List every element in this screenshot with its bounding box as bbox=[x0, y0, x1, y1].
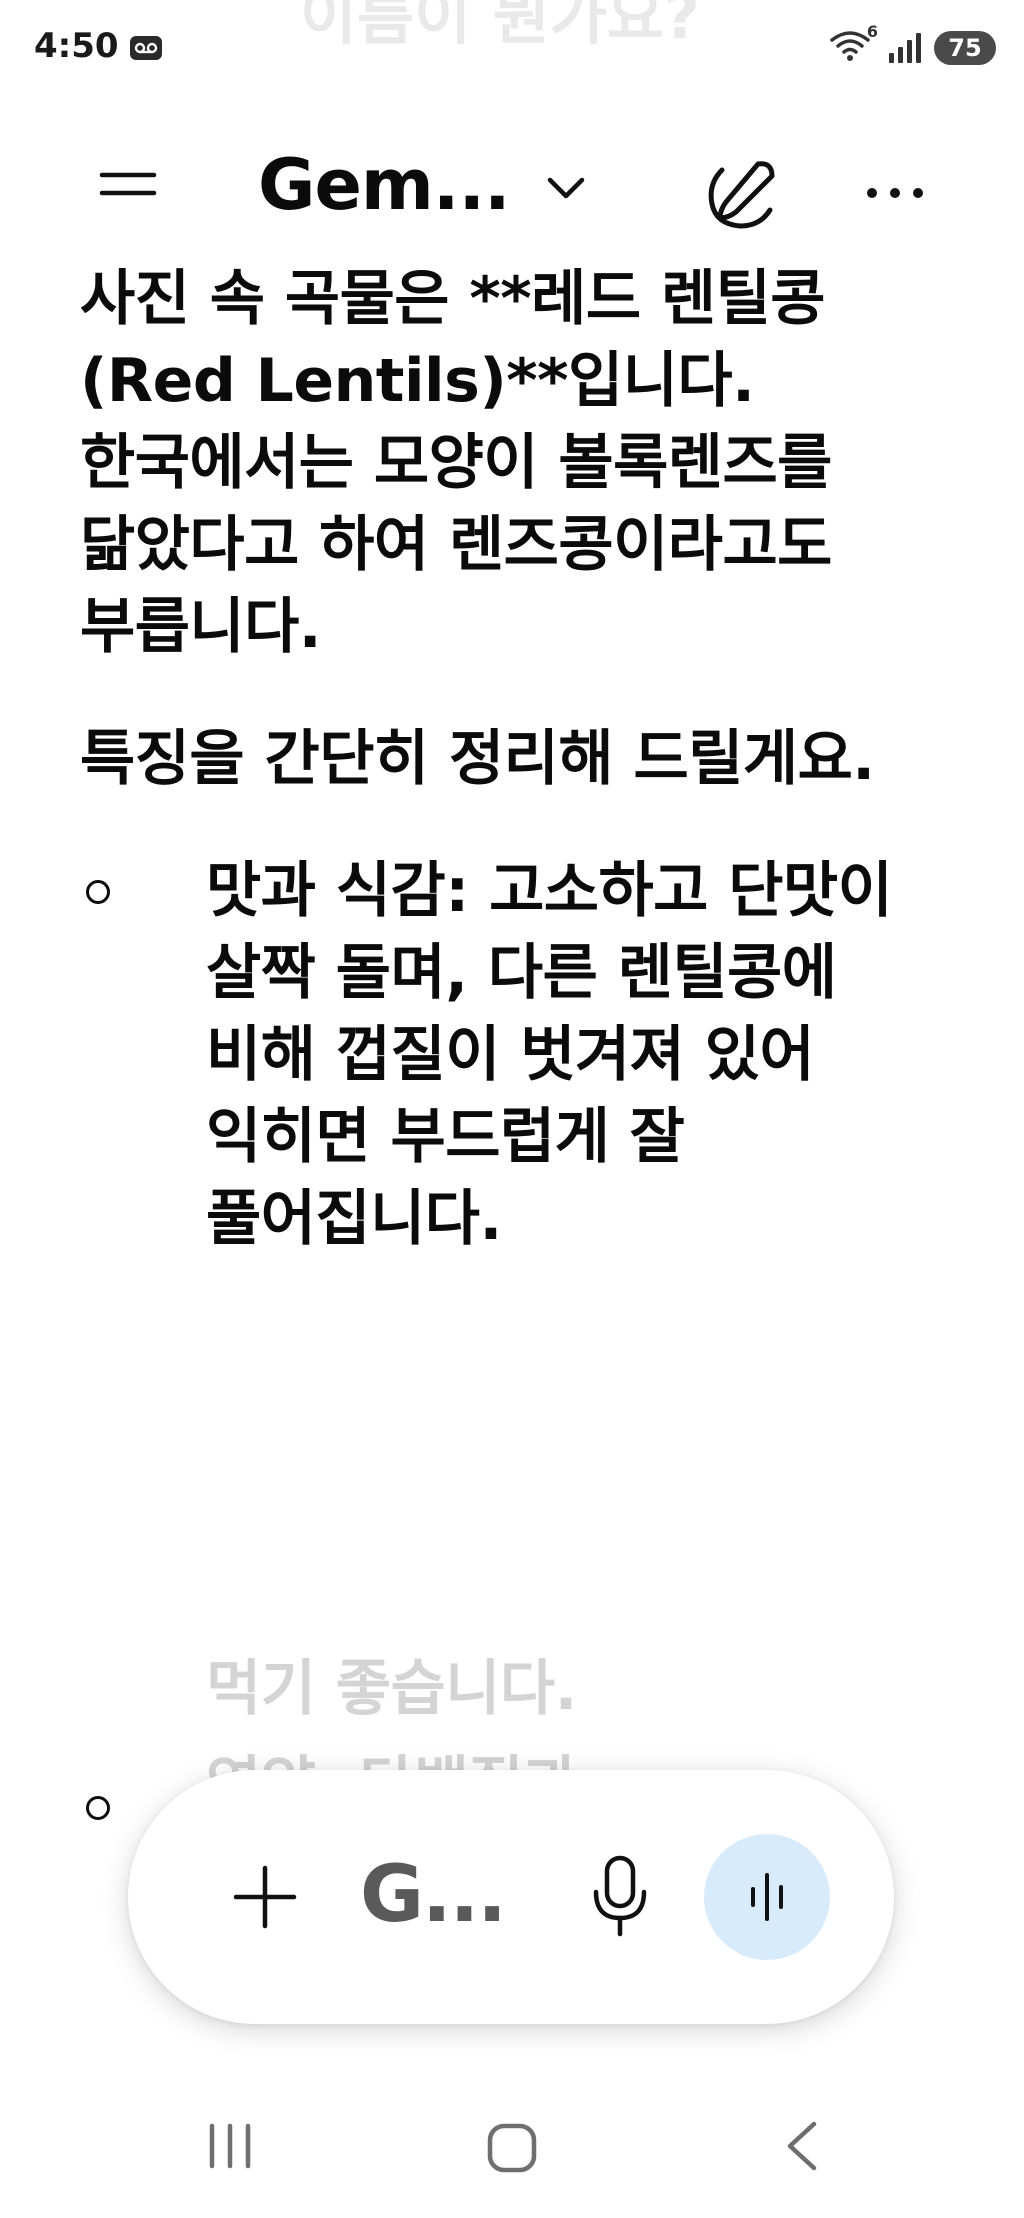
back-icon bbox=[787, 2121, 817, 2171]
list-item: 맛과 식감: 고소하고 단맛이 살짝 돌며, 다른 렌틸콩에 비해 껍질이 벗겨… bbox=[0, 850, 1024, 1260]
back-button[interactable] bbox=[772, 2116, 832, 2176]
response-paragraph: 사진 속 곡물은 **레드 렌틸콩(Red Lentils)**입니다. 한국에… bbox=[80, 264, 832, 662]
menu-button[interactable] bbox=[92, 152, 164, 216]
microphone-button[interactable] bbox=[570, 1844, 670, 1948]
more-options-button[interactable] bbox=[860, 168, 930, 218]
add-attachment-button[interactable] bbox=[220, 1852, 310, 1942]
response-paragraph: 특징을 간단히 정리해 드릴게요. bbox=[80, 724, 875, 794]
recents-button[interactable] bbox=[200, 2118, 260, 2174]
app-bar: Gem... bbox=[0, 96, 1024, 254]
list-item-text: 맛과 식감: 고소하고 단맛이 살짝 돌며, 다른 렌틸콩에 비해 껍질이 벗겨… bbox=[206, 856, 893, 1254]
status-bar: 이름이 뭔가요? 4:50 6 75 bbox=[0, 0, 1024, 96]
bullet-circle-icon bbox=[86, 1796, 110, 1820]
model-selector-title[interactable]: Gem... bbox=[258, 144, 511, 226]
recents-icon bbox=[209, 2123, 251, 2169]
response-bullet-list: 맛과 식감: 고소하고 단맛이 살짝 돌며, 다른 렌틸콩에 비해 껍질이 벗겨… bbox=[0, 850, 1024, 1826]
tools-chip[interactable]: G... bbox=[360, 1850, 507, 1940]
menu-icon bbox=[99, 172, 157, 196]
microphone-icon bbox=[593, 1855, 647, 1937]
chevron-down-icon bbox=[547, 177, 585, 199]
model-selector-button[interactable] bbox=[538, 166, 594, 210]
more-horizontal-icon bbox=[867, 188, 923, 198]
voicemail-icon bbox=[130, 36, 162, 60]
home-button[interactable] bbox=[482, 2118, 542, 2178]
edit-pen-icon bbox=[708, 161, 775, 229]
response-content: 사진 속 곡물은 **레드 렌틸콩(Red Lentils)**입니다. 한국에… bbox=[0, 258, 1024, 1826]
system-navigation-bar bbox=[0, 2080, 1024, 2218]
live-audio-icon bbox=[751, 1873, 783, 1921]
list-item: 먹기 좋습니다. bbox=[0, 1318, 1024, 1730]
signal-icon bbox=[888, 33, 922, 63]
status-icons: 6 75 bbox=[830, 22, 996, 68]
plus-icon bbox=[233, 1865, 297, 1929]
status-time: 4:50 bbox=[34, 26, 119, 66]
list-item-text: 먹기 좋습니다. bbox=[206, 1654, 577, 1724]
new-chat-button[interactable] bbox=[700, 152, 784, 236]
bullet-circle-icon bbox=[86, 880, 110, 904]
scrolled-prompt-text: 이름이 뭔가요? bbox=[300, 0, 700, 53]
live-mode-button[interactable] bbox=[704, 1834, 830, 1960]
battery-icon: 75 bbox=[934, 31, 996, 65]
wifi-icon: 6 bbox=[830, 22, 878, 66]
wifi-badge: 6 bbox=[866, 22, 878, 41]
prompt-input-bar[interactable]: G... bbox=[128, 1770, 894, 2024]
home-icon bbox=[487, 2123, 537, 2173]
